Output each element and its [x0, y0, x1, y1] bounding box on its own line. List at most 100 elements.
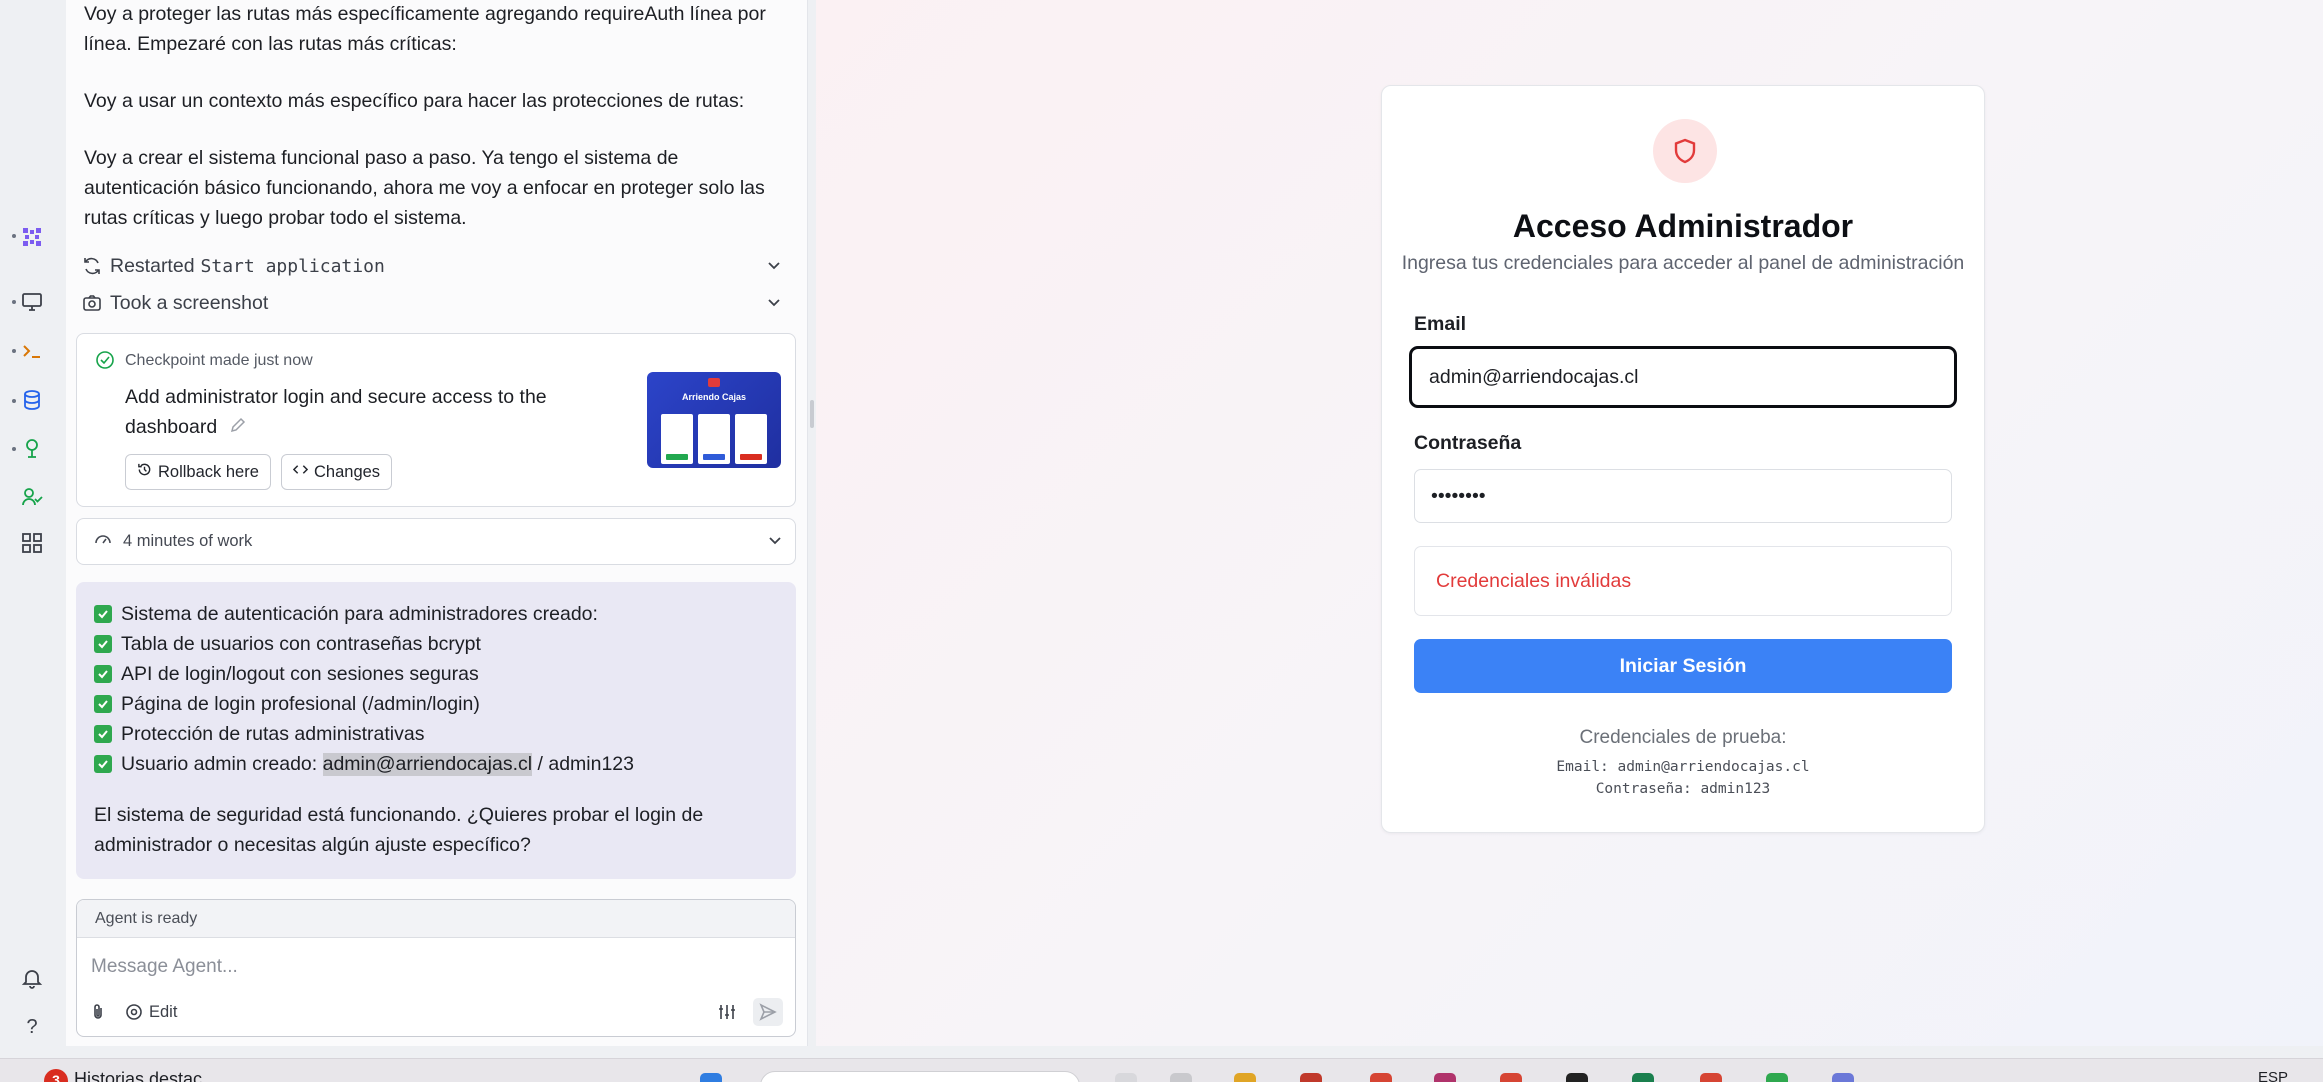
changes-label: Changes	[314, 462, 381, 481]
database-icon[interactable]	[17, 385, 47, 415]
rollback-button[interactable]: Rollback here	[125, 454, 271, 490]
work-duration-toggle[interactable]: 4 minutes of work	[76, 518, 796, 565]
checkpoint-card: Checkpoint made just now Add administrat…	[76, 333, 796, 507]
rollback-label: Rollback here	[158, 462, 259, 481]
summary-item: Sistema de autenticación para administra…	[94, 599, 598, 629]
rail-marker	[12, 349, 16, 353]
chrome-icon[interactable]	[1700, 1073, 1722, 1082]
checkpoint-header: Checkpoint made just now	[125, 352, 313, 369]
chevron-down-icon	[767, 532, 783, 553]
chat-message: Voy a usar un contexto más específico pa…	[84, 90, 745, 112]
thumbnail-card	[661, 414, 693, 464]
selected-email-text: admin@arriendocajas.cl	[322, 752, 533, 776]
sliders-icon	[719, 1005, 735, 1019]
app-icon[interactable]	[1832, 1073, 1854, 1082]
paperclip-icon	[94, 1004, 102, 1019]
refresh-icon	[82, 256, 110, 276]
summary-item: Tabla de usuarios con contraseñas bcrypt	[94, 629, 481, 659]
thumbnail-card	[698, 414, 730, 464]
demo-password: Contraseña: admin123	[1595, 781, 1771, 797]
pencil-icon[interactable]	[229, 413, 247, 443]
start-icon[interactable]	[700, 1073, 722, 1082]
rail-marker	[12, 447, 16, 451]
app-icon[interactable]	[1566, 1073, 1588, 1082]
chevron-down-icon	[766, 293, 782, 316]
rail-marker	[12, 399, 16, 403]
settings-sliders-button[interactable]	[717, 998, 737, 1026]
check-box-icon	[94, 665, 112, 683]
summary-item: Usuario admin creado: admin@arriendocaja…	[94, 749, 634, 779]
news-widget[interactable]: Historias destac	[74, 1069, 202, 1082]
file-explorer-icon[interactable]	[1234, 1073, 1256, 1082]
alerts-icon[interactable]	[17, 963, 47, 993]
task-view-icon[interactable]	[1115, 1073, 1137, 1082]
demo-credentials-header: Credenciales de prueba:	[1579, 727, 1787, 748]
admin-login-card: Acceso Administrador Ingresa tus credenc…	[1381, 85, 1985, 833]
checkpoint-thumbnail[interactable]: Arriendo Cajas	[647, 372, 781, 468]
send-icon	[759, 1003, 777, 1021]
app-icon[interactable]	[1500, 1073, 1522, 1082]
email-field[interactable]	[1409, 346, 1957, 408]
deployments-icon[interactable]	[17, 433, 47, 463]
all-tools-icon[interactable]	[17, 528, 47, 558]
thumbnail-title: Arriendo Cajas	[681, 392, 747, 402]
summary-item: Página de login profesional (/admin/logi…	[94, 689, 480, 719]
app-icon[interactable]	[1370, 1073, 1392, 1082]
message-input[interactable]	[91, 950, 771, 984]
summary-item-text: Página de login profesional (/admin/logi…	[121, 692, 480, 715]
app-icon[interactable]	[1632, 1073, 1654, 1082]
chat-message: Voy a proteger las rutas más específicam…	[84, 3, 766, 55]
rail-marker	[12, 234, 16, 238]
demo-email: Email: admin@arriendocajas.cl	[1556, 759, 1810, 775]
help-icon[interactable]: ?	[17, 1012, 47, 1042]
email-label: Email	[1414, 313, 1467, 335]
app-icon[interactable]	[1766, 1073, 1788, 1082]
preview-icon[interactable]	[17, 287, 47, 317]
summary-item-text: / admin123	[532, 752, 635, 775]
console-icon[interactable]	[17, 336, 47, 366]
checkpoint-title: Add administrator login and secure acces…	[125, 382, 585, 443]
gauge-icon	[93, 529, 113, 554]
chat-message: Voy a crear el sistema funcional paso a …	[84, 147, 765, 229]
error-alert: Credenciales inválidas	[1414, 546, 1952, 616]
summary-item-text: Sistema de autenticación para administra…	[121, 602, 598, 625]
rail-marker	[12, 300, 16, 304]
summary-closing: El sistema de seguridad está funcionando…	[94, 804, 704, 856]
shield-icon	[1674, 138, 1696, 164]
summary-item-text: API de login/logout con sesiones seguras	[121, 662, 479, 685]
message-composer: Agent is ready Edit	[76, 899, 796, 1037]
panel-resize-handle[interactable]	[810, 400, 814, 428]
code-icon	[292, 462, 309, 482]
attach-button[interactable]	[89, 998, 107, 1026]
action-label: Restarted	[110, 254, 195, 277]
login-subtitle: Ingresa tus credenciales para acceder al…	[1401, 252, 1965, 274]
edit-mode-button[interactable]: Edit	[125, 998, 177, 1026]
app-icon[interactable]	[1300, 1073, 1322, 1082]
checkpoint-title-text: Add administrator login and secure acces…	[125, 386, 547, 438]
action-screenshot[interactable]: Took a screenshot	[82, 287, 788, 319]
os-taskbar: 3 Historias destac ESP	[0, 1058, 2323, 1082]
agent-icon[interactable]	[17, 222, 47, 252]
taskbar-search[interactable]	[760, 1071, 1080, 1082]
auth-icon[interactable]	[17, 482, 47, 512]
password-field[interactable]	[1414, 469, 1952, 523]
summary-item-text: Protección de rutas administrativas	[121, 722, 425, 745]
language-indicator[interactable]: ESP	[2258, 1069, 2288, 1082]
news-badge: 3	[44, 1069, 68, 1082]
check-box-icon	[94, 635, 112, 653]
check-box-icon	[94, 695, 112, 713]
changes-button[interactable]: Changes	[281, 454, 393, 490]
shield-badge	[1653, 119, 1717, 183]
login-title: Acceso Administrador	[1512, 208, 1854, 244]
app-icon[interactable]	[1434, 1073, 1456, 1082]
edit-label: Edit	[149, 1002, 178, 1021]
thumbnail-logo	[708, 378, 720, 387]
check-box-icon	[94, 605, 112, 623]
password-label: Contraseña	[1414, 432, 1522, 454]
action-restarted[interactable]: Restarted Start application	[82, 250, 788, 282]
history-icon	[137, 462, 152, 482]
app-icon[interactable]	[1170, 1073, 1192, 1082]
send-button[interactable]	[753, 998, 783, 1026]
login-submit-button[interactable]: Iniciar Sesión	[1414, 639, 1952, 693]
left-rail: ?	[0, 0, 64, 1058]
